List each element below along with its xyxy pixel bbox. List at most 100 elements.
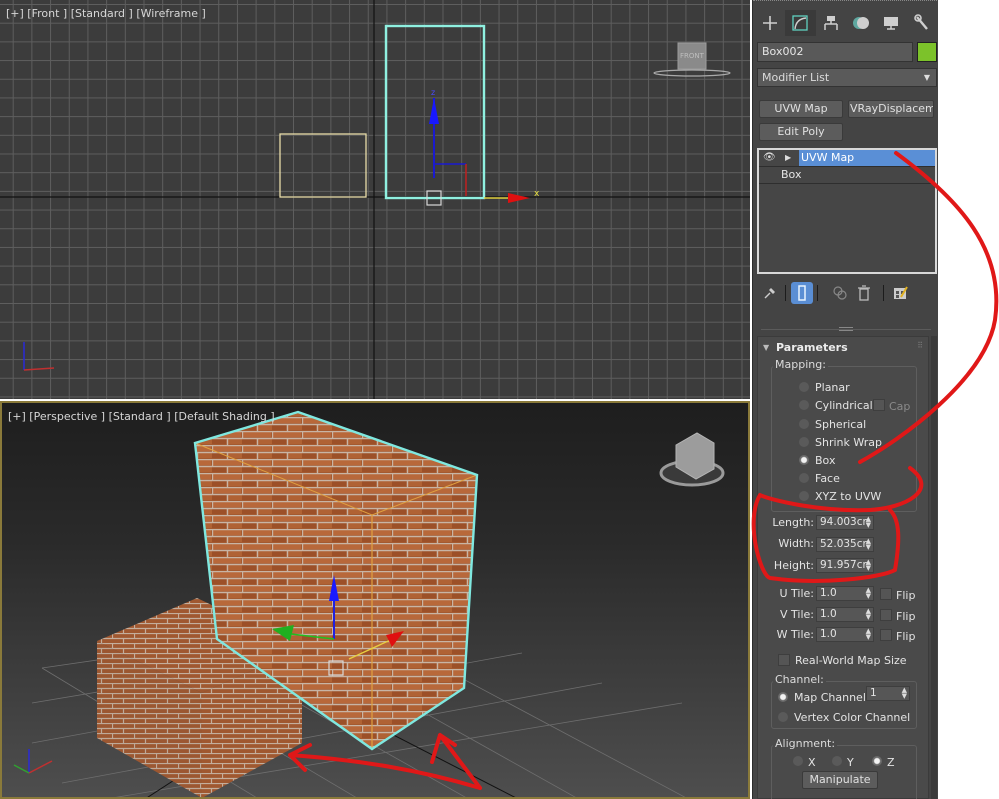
display-icon (884, 17, 899, 30)
map-channel-value: 1 (870, 687, 877, 699)
front-viewport[interactable]: [+] [Front ] [Standard ] [Wireframe ] z … (0, 0, 750, 399)
w-tile-label: W Tile: (776, 628, 814, 641)
v-tile-spinner[interactable]: 1.0 ▲ ▼ (816, 607, 874, 622)
box002-right-face (372, 475, 477, 749)
panel-top-border (753, 0, 939, 4)
radio-cylindrical[interactable] (798, 399, 810, 411)
length-spinner[interactable]: 94.003cr ▲ ▼ (816, 515, 874, 530)
tab-utilities[interactable] (907, 10, 937, 36)
app-root: [+] [Front ] [Standard ] [Wireframe ] z … (0, 0, 999, 799)
length-label: Length: (772, 516, 814, 529)
width-value: 52.035cr (820, 538, 867, 550)
radio-vertex-color-channel[interactable] (777, 711, 789, 723)
collapse-triangle-icon[interactable]: ▼ (763, 343, 769, 352)
tab-display[interactable] (876, 10, 906, 36)
spinner-arrows-icon[interactable]: ▲ ▼ (866, 587, 871, 600)
toolbar-separator (817, 285, 818, 301)
toolbar-separator (785, 285, 786, 301)
radio-align-y[interactable] (831, 755, 843, 767)
perspective-viewport[interactable]: [+] [Perspective ] [Standard ] [Default … (0, 401, 750, 799)
viewcube-label[interactable]: FRONT (680, 52, 704, 60)
u-tile-spinner[interactable]: 1.0 ▲ ▼ (816, 586, 874, 601)
vertex-color-channel-label: Vertex Color Channel (794, 711, 911, 724)
xyz-to-uvw-label: XYZ to UVW (815, 490, 882, 503)
stack-item-uvw-map[interactable]: 👁 ▶ UVW Map (759, 150, 935, 167)
radio-box[interactable] (798, 454, 810, 466)
parameters-title[interactable]: Parameters (776, 341, 848, 354)
tab-create[interactable] (755, 10, 785, 36)
spinner-arrows-icon[interactable]: ▲ ▼ (866, 628, 871, 641)
gizmo-z-arrow (429, 98, 439, 124)
pin-icon (764, 288, 775, 299)
pin-stack-button[interactable] (759, 282, 781, 304)
configure-modifier-sets-button[interactable] (889, 282, 911, 304)
length-value: 94.003cr (820, 516, 867, 528)
spinner-arrows-icon[interactable]: ▲ ▼ (866, 516, 871, 529)
gizmo-x-arrow (508, 193, 530, 203)
w-flip-checkbox[interactable] (880, 629, 892, 641)
object-color-swatch[interactable] (917, 42, 937, 62)
cap-label: Cap (889, 400, 911, 413)
panel-scrollbar[interactable] (931, 336, 937, 799)
edit-poly-button[interactable]: Edit Poly (759, 123, 843, 141)
modifier-list-label: Modifier List (762, 71, 830, 84)
real-world-map-size-checkbox[interactable] (778, 654, 790, 666)
manipulate-button[interactable]: Manipulate (802, 771, 878, 789)
v-tile-label: V Tile: (780, 608, 814, 621)
wrench-icon (913, 14, 928, 30)
trash-icon (858, 285, 870, 301)
spinner-arrows-icon[interactable]: ▲ ▼ (902, 687, 907, 700)
radio-align-z[interactable] (871, 755, 883, 767)
remove-modifier-button[interactable] (853, 282, 875, 304)
cap-checkbox[interactable] (873, 399, 885, 411)
expand-triangle-icon[interactable]: ▶ (785, 153, 791, 162)
radio-spherical[interactable] (798, 418, 810, 430)
vray-displacement-button[interactable]: VRayDisplacemen (848, 100, 934, 118)
align-x-label: X (808, 756, 816, 769)
plus-icon (763, 16, 778, 30)
viewcube-ring (653, 69, 731, 77)
uvw-map-button[interactable]: UVW Map (759, 100, 843, 118)
front-viewport-label[interactable]: [+] [Front ] [Standard ] [Wireframe ] (6, 7, 206, 20)
v-flip-label: Flip (896, 610, 916, 623)
v-flip-checkbox[interactable] (880, 609, 892, 621)
map-channel-spinner[interactable]: 1 ▲ ▼ (866, 686, 910, 701)
radio-align-x[interactable] (792, 755, 804, 767)
spinner-arrows-icon[interactable]: ▲ ▼ (866, 608, 871, 621)
drag-handle-icon[interactable]: ⠿ (917, 341, 923, 350)
modifier-stack: 👁 ▶ UVW Map Box (757, 148, 937, 274)
stack-item-box[interactable]: Box (759, 167, 935, 184)
width-spinner[interactable]: 52.035cr ▲ ▼ (816, 537, 874, 552)
radio-planar[interactable] (798, 381, 810, 393)
height-value: 91.957cr (820, 559, 867, 571)
radio-map-channel[interactable] (777, 691, 789, 703)
u-flip-checkbox[interactable] (880, 588, 892, 600)
radio-face[interactable] (798, 472, 810, 484)
modify-icon (792, 15, 809, 31)
u-tile-value: 1.0 (820, 587, 837, 599)
w-flip-label: Flip (896, 630, 916, 643)
eye-icon[interactable]: 👁 (763, 152, 776, 163)
spinner-arrows-icon[interactable]: ▲ ▼ (866, 559, 871, 572)
height-label: Height: (773, 559, 814, 572)
align-z-label: Z (887, 756, 895, 769)
cylindrical-label: Cylindrical (815, 399, 873, 412)
perspective-viewport-scene (13, 410, 725, 797)
object-name-input[interactable]: Box002 (757, 42, 913, 62)
tab-motion[interactable] (846, 10, 876, 36)
spinner-arrows-icon[interactable]: ▲ ▼ (866, 538, 871, 551)
channel-label: Channel: (773, 673, 826, 686)
stack-item-label: Box (781, 168, 802, 181)
tab-modify[interactable] (785, 10, 816, 36)
stack-item-label: UVW Map (799, 150, 935, 166)
perspective-viewport-label[interactable]: [+] [Perspective ] [Standard ] [Default … (8, 410, 275, 423)
radio-shrink-wrap[interactable] (798, 436, 810, 448)
show-end-result-button[interactable] (791, 282, 813, 304)
tab-hierarchy[interactable] (816, 10, 846, 36)
modifier-list-dropdown[interactable]: Modifier List ▼ (757, 68, 937, 87)
rollout-resize-grip[interactable] (839, 327, 853, 331)
height-spinner[interactable]: 91.957cr ▲ ▼ (816, 558, 874, 573)
radio-xyz-to-uvw[interactable] (798, 490, 810, 502)
make-unique-button[interactable] (829, 282, 851, 304)
w-tile-spinner[interactable]: 1.0 ▲ ▼ (816, 627, 874, 642)
